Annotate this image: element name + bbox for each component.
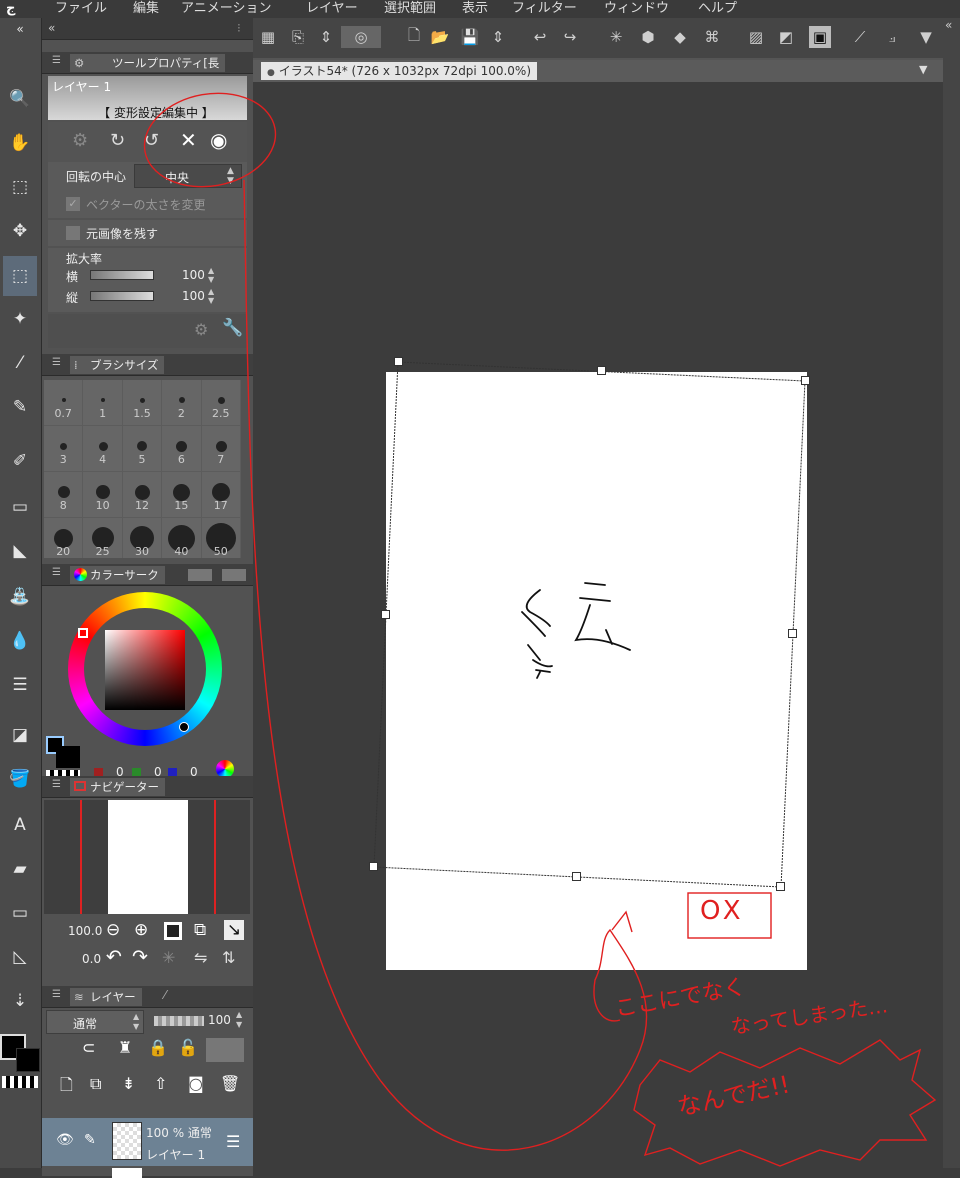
transform-handle-br[interactable] — [776, 882, 785, 891]
transform-handle-tl[interactable] — [394, 357, 403, 366]
transform-handle-bl[interactable] — [369, 862, 378, 871]
canvas-drawing — [521, 582, 631, 679]
transform-handle-tr[interactable] — [801, 376, 810, 385]
red-circle — [143, 92, 277, 188]
red-arrow-line — [243, 179, 648, 1151]
canvas-overlay — [143, 92, 937, 1167]
transform-handle-left[interactable] — [381, 610, 390, 619]
transform-handle-bottom[interactable] — [572, 872, 581, 881]
red-stamp-text: OX — [700, 896, 745, 926]
next-layer-thumbnail — [112, 1168, 142, 1178]
red-arrow-head — [611, 910, 633, 933]
transform-bounding-box[interactable] — [373, 361, 806, 888]
transform-handle-right[interactable] — [788, 629, 797, 638]
transform-handle-top[interactable] — [597, 366, 606, 375]
